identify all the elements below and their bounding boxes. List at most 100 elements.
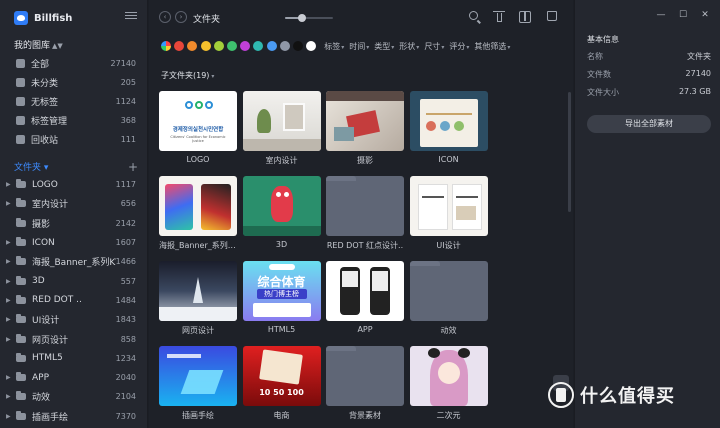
expand-arrow-icon[interactable]: ▶: [6, 239, 14, 246]
slider-handle[interactable]: [297, 14, 306, 22]
expand-arrow-icon[interactable]: ▶: [6, 278, 14, 285]
folder-item[interactable]: ▶ 网页设计 858: [0, 329, 148, 348]
folder-card[interactable]: RED DOT 红点设计..: [326, 176, 404, 251]
scrollbar[interactable]: [568, 92, 571, 212]
filter-option[interactable]: 类型▾: [374, 41, 394, 52]
folder-card[interactable]: 插画手绘: [159, 346, 237, 421]
color-swatch[interactable]: [279, 41, 290, 51]
color-swatch[interactable]: [240, 41, 251, 51]
color-swatch[interactable]: [187, 41, 198, 51]
expand-arrow-icon[interactable]: ▶: [6, 374, 14, 381]
folder-item[interactable]: HTML5 1234: [0, 349, 148, 368]
expand-arrow-icon[interactable]: ▶: [6, 181, 14, 188]
expand-arrow-icon[interactable]: ▶: [6, 393, 14, 400]
folder-card[interactable]: 背景素材: [326, 346, 404, 421]
folder-item[interactable]: ▶ 插画手绘 7370: [0, 407, 148, 426]
sidebar-menu-icon[interactable]: [125, 10, 137, 22]
folder-card[interactable]: ICON: [409, 91, 488, 164]
folder-card[interactable]: 室内设计: [242, 91, 321, 166]
folder-card[interactable]: APP: [326, 261, 404, 334]
color-wheel-icon[interactable]: [161, 41, 171, 51]
folder-thumbnail[interactable]: [326, 176, 404, 236]
thumbnail-size-slider[interactable]: [285, 14, 333, 22]
folder-card[interactable]: 경제정의실천시민연합 Citizens' Coalition for Econom…: [159, 91, 237, 164]
folder-thumbnail[interactable]: [326, 91, 404, 151]
expand-arrow-icon[interactable]: ▶: [6, 200, 14, 207]
folder-thumbnail[interactable]: [159, 176, 237, 236]
filter-option[interactable]: 形状▾: [399, 41, 419, 52]
folder-thumbnail[interactable]: 综合体育 热门博主榜: [242, 261, 321, 321]
layout-panel-icon[interactable]: [519, 11, 531, 23]
filter-option[interactable]: 标签▾: [324, 41, 344, 52]
minimize-icon[interactable]: —: [656, 10, 666, 20]
folder-thumbnail[interactable]: [409, 346, 488, 406]
filter-option[interactable]: 时间▾: [349, 41, 369, 52]
folder-card[interactable]: 综合体育 热门博主榜 HTML5: [242, 261, 321, 334]
folder-item[interactable]: ▶ UI设计 1843: [0, 310, 148, 329]
filter-option-label: 其他筛选: [474, 41, 507, 51]
folder-card[interactable]: 二次元: [409, 346, 488, 421]
folder-item[interactable]: ▶ ICON 1607: [0, 233, 148, 252]
folder-item[interactable]: ▶ APP 2040: [0, 368, 148, 387]
maximize-icon[interactable]: ☐: [678, 10, 688, 20]
folder-card[interactable]: 3D: [242, 176, 321, 249]
filter-option[interactable]: 其他筛选▾: [474, 41, 510, 52]
folder-card[interactable]: 海报_Banner_系列KV: [159, 176, 237, 251]
color-swatch[interactable]: [253, 41, 264, 51]
library-item[interactable]: 回收站 111: [0, 130, 148, 149]
expand-arrow-icon[interactable]: ▶: [6, 297, 14, 304]
folder-thumbnail[interactable]: [159, 346, 237, 406]
color-swatch[interactable]: [266, 41, 277, 51]
forward-icon[interactable]: ›: [175, 11, 187, 23]
folder-item[interactable]: ▶ RED DOT .. 1484: [0, 291, 148, 310]
expand-arrow-icon[interactable]: ▶: [6, 258, 14, 265]
expand-arrow-icon[interactable]: ▶: [6, 336, 14, 343]
folder-card[interactable]: UI设计: [409, 176, 488, 251]
folder-item[interactable]: ▶ 3D 557: [0, 271, 148, 290]
color-swatch[interactable]: [226, 41, 237, 51]
folder-item[interactable]: 摄影 2142: [0, 214, 148, 233]
folder-thumbnail[interactable]: [409, 91, 488, 151]
folder-item[interactable]: ▶ LOGO 1117: [0, 175, 148, 194]
folder-item-count: 858: [120, 334, 136, 344]
library-item[interactable]: 全部 27140: [0, 54, 148, 73]
folder-thumbnail[interactable]: [326, 346, 404, 406]
folder-item[interactable]: ▶ 室内设计 656: [0, 194, 148, 213]
folder-thumbnail[interactable]: [242, 91, 321, 151]
folder-section-header[interactable]: 文件夹 ▾ +: [14, 160, 138, 174]
filter-option[interactable]: 评分▾: [449, 41, 469, 52]
folder-thumbnail[interactable]: [409, 261, 488, 321]
folder-card[interactable]: 10 50 100 电商: [242, 346, 321, 421]
subfolder-header[interactable]: 子文件夹(19) ▾: [161, 70, 214, 81]
theme-skin-icon[interactable]: [547, 11, 557, 21]
library-item[interactable]: 未分类 205: [0, 73, 148, 92]
color-swatch[interactable]: [306, 41, 317, 51]
export-all-button[interactable]: 导出全部素材: [587, 115, 711, 133]
library-item[interactable]: 标签管理 368: [0, 111, 148, 130]
folder-item[interactable]: ▶ 动效 2104: [0, 387, 148, 406]
folder-item[interactable]: ▶ 海报_Banner_系列KV 1466: [0, 252, 148, 271]
folder-thumbnail[interactable]: [326, 261, 404, 321]
folder-card[interactable]: 摄影: [326, 91, 404, 166]
folder-card[interactable]: 网页设计: [159, 261, 237, 336]
library-item[interactable]: 无标签 1124: [0, 92, 148, 111]
library-selector[interactable]: 我的图库 ▲▼: [14, 38, 63, 51]
close-icon[interactable]: ✕: [700, 10, 710, 20]
expand-arrow-icon[interactable]: ▶: [6, 316, 14, 323]
folder-thumbnail[interactable]: 경제정의실천시민연합 Citizens' Coalition for Econom…: [159, 91, 237, 151]
color-swatch[interactable]: [213, 41, 224, 51]
color-swatch[interactable]: [292, 41, 303, 51]
folder-thumbnail[interactable]: [159, 261, 237, 321]
folder-thumbnail[interactable]: [409, 176, 488, 236]
expand-arrow-icon[interactable]: ▶: [6, 413, 14, 420]
filter-option[interactable]: 尺寸▾: [424, 41, 444, 52]
color-swatch[interactable]: [174, 41, 185, 51]
back-icon[interactable]: ‹: [159, 11, 171, 23]
folder-thumbnail[interactable]: [242, 176, 321, 236]
folder-card[interactable]: 动效: [409, 261, 488, 336]
add-folder-icon[interactable]: +: [128, 161, 138, 173]
folder-thumbnail[interactable]: 10 50 100: [242, 346, 321, 406]
filter-icon[interactable]: [493, 11, 505, 23]
search-icon[interactable]: [469, 11, 478, 20]
color-swatch[interactable]: [200, 41, 211, 51]
